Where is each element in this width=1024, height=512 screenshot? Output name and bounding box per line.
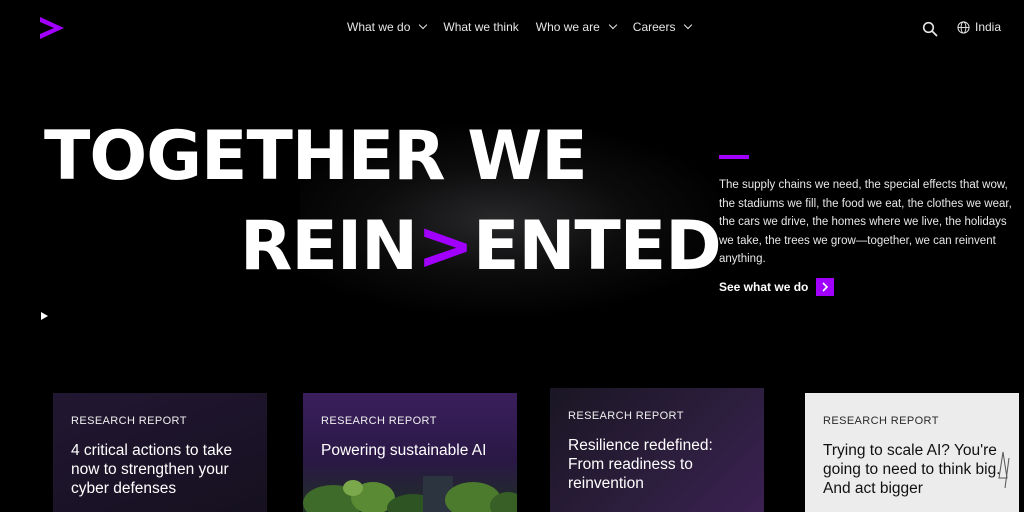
nav-item-label: Careers	[632, 20, 676, 34]
main-nav: What we do What we think Who we are Care…	[347, 20, 708, 34]
card-category-label: RESEARCH REPORT	[823, 415, 939, 427]
headline-accent-chevron: >	[417, 207, 474, 286]
hero-headline: TOGETHER WE REIN>ENTED	[44, 112, 722, 292]
search-icon[interactable]	[922, 21, 938, 37]
nav-item-careers[interactable]: Careers	[632, 20, 693, 34]
accent-bar	[719, 155, 749, 159]
headline-line-1: TOGETHER WE	[44, 117, 588, 196]
research-card-resilience[interactable]: RESEARCH REPORT Resilience redefined: Fr…	[550, 388, 764, 512]
nav-item-what-we-do[interactable]: What we do	[347, 20, 428, 34]
card-title: Powering sustainable AI	[321, 442, 487, 459]
card-title: Trying to scale AI? You're going to need…	[823, 442, 1001, 497]
top-navigation-bar: What we do What we think Who we are Care…	[0, 0, 1024, 58]
headline-part: ENTED	[473, 207, 722, 286]
research-card-scale-ai[interactable]: RESEARCH REPORT Trying to scale AI? You'…	[805, 393, 1019, 512]
plants-image	[303, 476, 517, 512]
arrow-right-icon	[816, 278, 835, 296]
card-category-label: RESEARCH REPORT	[71, 415, 187, 427]
chevron-down-icon	[419, 20, 428, 30]
hero-description: The supply chains we need, the special e…	[719, 179, 1012, 265]
chevron-down-icon	[608, 20, 618, 30]
see-what-we-do-link[interactable]: See what we do	[719, 278, 835, 296]
nav-item-who-we-are[interactable]: Who we are	[535, 20, 618, 34]
nav-item-label: What we do	[347, 20, 411, 34]
country-label: India	[975, 20, 1002, 34]
globe-icon	[957, 20, 970, 34]
card-category-label: RESEARCH REPORT	[321, 415, 437, 427]
cta-label: See what we do	[719, 280, 809, 294]
nav-item-label: What we think	[443, 20, 519, 34]
card-category-label: RESEARCH REPORT	[568, 410, 684, 422]
headline-part: REIN	[240, 207, 418, 286]
nav-item-what-we-think[interactable]: What we think	[443, 20, 518, 34]
card-title: Resilience redefined: From readiness to …	[568, 437, 713, 492]
accenture-logo-icon[interactable]	[38, 15, 66, 43]
research-card-sustainable-ai[interactable]: RESEARCH REPORT Powering sustainable AI	[303, 393, 517, 512]
chevron-down-icon	[684, 20, 693, 30]
research-card-cyber[interactable]: RESEARCH REPORT 4 critical actions to ta…	[53, 393, 267, 512]
country-selector[interactable]: India	[957, 20, 1001, 34]
play-video-icon[interactable]	[38, 310, 50, 322]
headline-line-2: REIN>ENTED	[240, 202, 722, 292]
card-title: 4 critical actions to take now to streng…	[71, 442, 233, 497]
nav-item-label: Who we are	[535, 20, 600, 34]
